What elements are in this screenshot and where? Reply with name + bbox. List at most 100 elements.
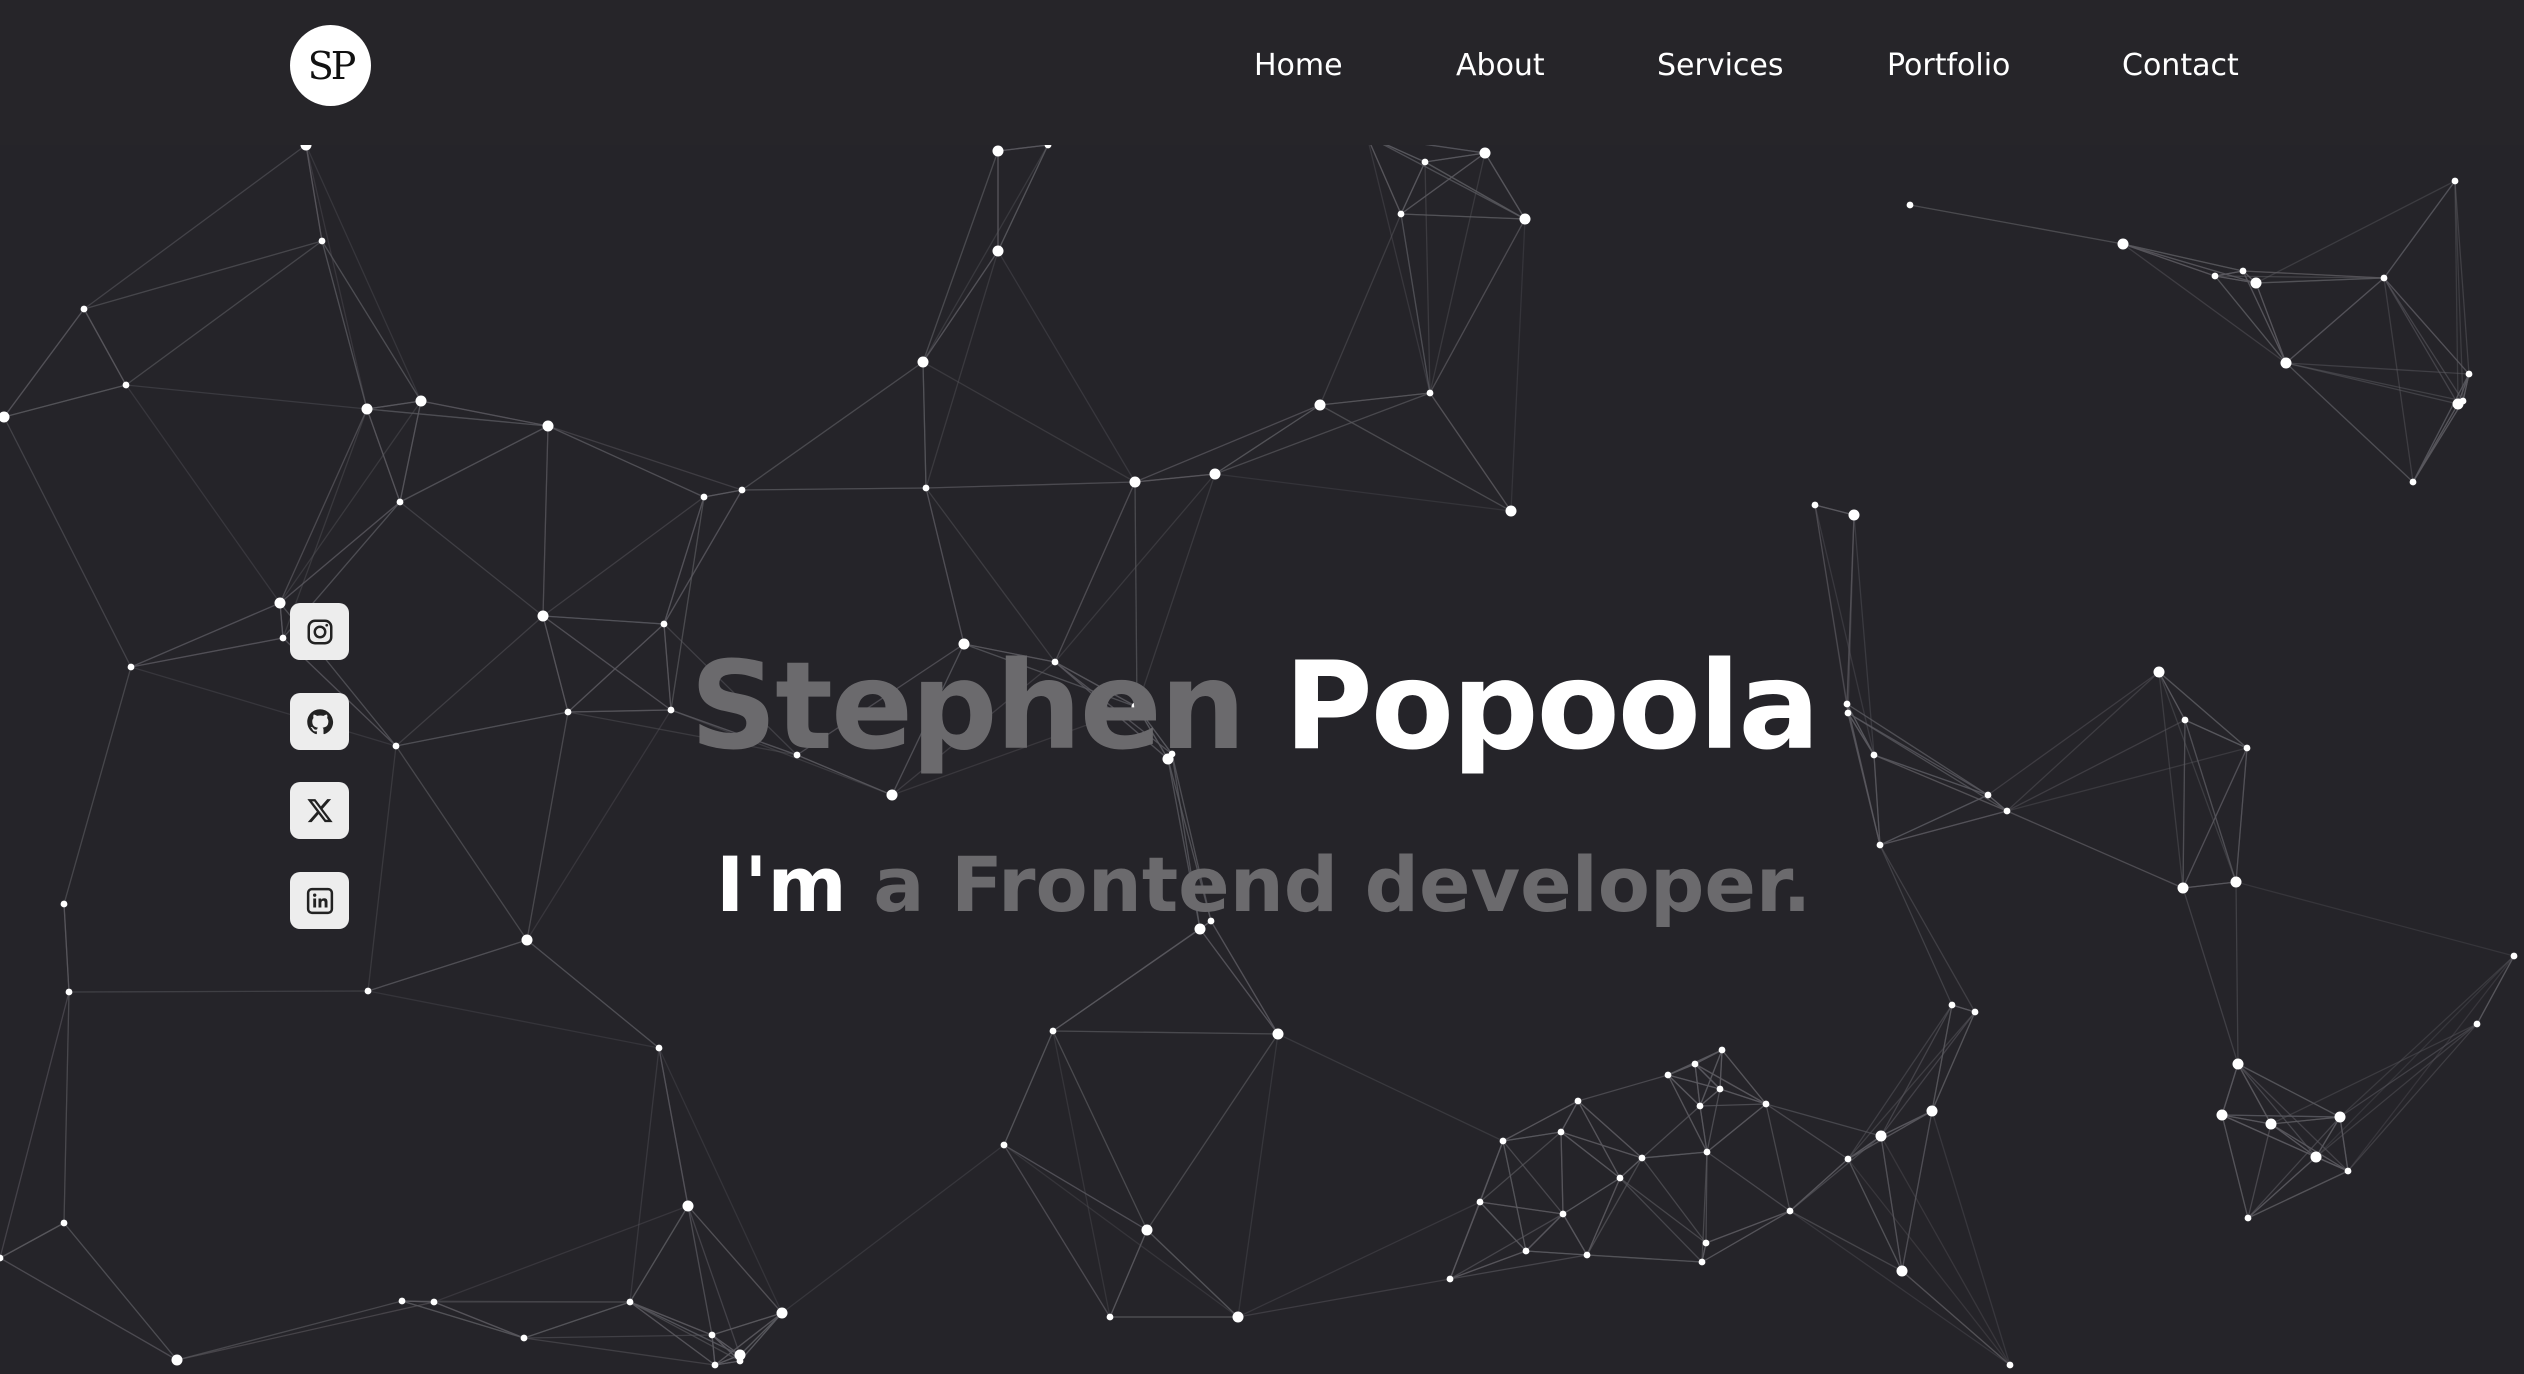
network-node [1664, 1071, 1672, 1079]
hero-name: Stephen Popoola [690, 632, 1820, 782]
network-link [1814, 504, 1855, 516]
network-link [2412, 400, 2464, 483]
network-link [1560, 1131, 1621, 1179]
network-link [2255, 282, 2287, 364]
network-link [2158, 671, 2248, 749]
network-link [279, 408, 368, 604]
network-link [1560, 1131, 1564, 1215]
network-node [1698, 1258, 1706, 1266]
network-node [2243, 744, 2251, 752]
network-node [1906, 201, 1914, 209]
instagram-link[interactable] [290, 603, 349, 660]
network-node [361, 403, 373, 415]
network-node [318, 237, 326, 245]
network-node [1209, 468, 1221, 480]
network-node [1843, 700, 1851, 708]
network-node [1446, 1275, 1454, 1283]
network-link [1479, 1131, 1562, 1203]
network-link [703, 489, 743, 498]
network-node [60, 1219, 68, 1227]
network-node [1049, 1027, 1057, 1035]
network-node [1875, 1130, 1887, 1142]
network-node [1870, 751, 1878, 759]
nav-home[interactable]: Home [1254, 46, 1343, 86]
network-link [1237, 1278, 1451, 1318]
network-node [127, 663, 135, 671]
network-link [2006, 810, 2184, 889]
network-node [626, 1298, 634, 1306]
network-link [1694, 1063, 1767, 1105]
network-link [1003, 1030, 1054, 1146]
network-link [2255, 180, 2456, 284]
network-link [567, 623, 665, 713]
network-link [2235, 881, 2515, 957]
x-twitter-link[interactable] [290, 782, 349, 839]
nav-services[interactable]: Services [1657, 46, 1784, 86]
network-link [366, 408, 401, 503]
network-node [415, 395, 427, 407]
network-node [80, 305, 88, 313]
network-node [1314, 399, 1326, 411]
nav-contact[interactable]: Contact [2122, 46, 2239, 86]
linkedin-icon [306, 887, 333, 914]
network-link [433, 1301, 525, 1339]
network-link [1237, 1201, 1481, 1318]
network-link [367, 939, 528, 992]
network-node [1559, 1210, 1567, 1218]
network-link [0, 1222, 65, 1259]
network-link [2006, 719, 2186, 812]
network-link [2270, 1116, 2341, 1125]
network-link [1003, 1144, 1148, 1231]
network-link [922, 250, 999, 363]
network-link [321, 240, 422, 402]
network-link [997, 144, 1049, 252]
github-link[interactable] [290, 693, 349, 750]
linkedin-link[interactable] [290, 872, 349, 929]
network-node [2459, 397, 2467, 405]
network-link [399, 501, 544, 617]
network-node [708, 1331, 716, 1339]
x-icon [306, 798, 333, 822]
hero-last-name: Popoola [1284, 636, 1820, 777]
network-link [2235, 881, 2239, 1065]
tagline-role: a Frontend developer. [873, 840, 1812, 929]
network-link [1577, 1074, 1669, 1102]
network-link [63, 666, 132, 905]
network-link [1880, 1135, 1903, 1272]
network-link [3, 416, 132, 668]
network-link [2285, 277, 2385, 364]
network-link [1366, 135, 1402, 215]
network-link [1619, 1157, 1643, 1179]
network-link [1400, 161, 1426, 215]
network-link [997, 250, 1136, 483]
network-node [279, 634, 287, 642]
network-link [1847, 712, 2008, 812]
network-link [2184, 719, 2237, 883]
network-link [1134, 404, 1321, 483]
network-link [1319, 213, 1402, 406]
network-link [2122, 243, 2257, 284]
network-link [366, 408, 549, 427]
network-link [741, 487, 927, 491]
network-node [2211, 272, 2219, 280]
network-node [392, 742, 400, 750]
network-link [1789, 1210, 2011, 1366]
network-link [526, 711, 569, 941]
instagram-icon [307, 619, 332, 644]
network-link [83, 240, 323, 310]
network-link [687, 1205, 783, 1314]
network-node [2280, 357, 2292, 369]
nav-about[interactable]: About [1456, 46, 1545, 86]
network-link [420, 400, 549, 427]
network-node [2117, 238, 2129, 250]
nav-portfolio[interactable]: Portfolio [1887, 46, 2010, 86]
network-link [1214, 473, 1512, 512]
network-link [1701, 1210, 1791, 1263]
network-node [700, 493, 708, 501]
network-link [305, 144, 368, 410]
network-node [776, 1307, 788, 1319]
network-link [526, 939, 660, 1049]
network-link [1400, 213, 1431, 394]
network-link [922, 144, 1049, 363]
network-link [1400, 152, 1486, 215]
